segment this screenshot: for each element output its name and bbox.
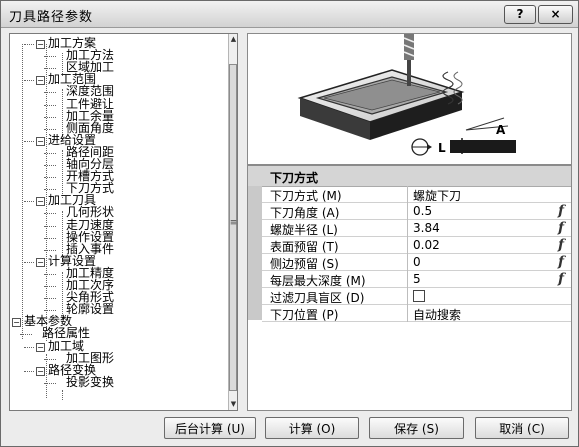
property-label: 表面预留 (T) (270, 240, 339, 254)
parameter-tree: 加工方案 − 加工方法 区域加工 加工范围 − 深度范围 工件避让 加工余量 侧面角度 进给设置 − 路… (9, 33, 238, 411)
title-bar: 刀具路径参数 ? × (1, 1, 578, 28)
property-label: 侧边预留 (S) (270, 257, 339, 271)
property-gutter (248, 186, 262, 320)
property-value[interactable]: 0.02 (413, 238, 440, 252)
property-value[interactable]: 5 (413, 272, 421, 286)
scroll-up-arrow-icon[interactable]: ▲ (229, 34, 237, 44)
property-grid: 下刀方式 下刀方式 (M) 螺旋下刀下刀角度 (A) 0.5 f 螺旋半径 (L) 3.8… (247, 165, 572, 411)
property-row[interactable]: 下刀角度 (A) 0.5 f (262, 203, 571, 220)
tool-path-parameters-dialog: 刀具路径参数 ? × 加工方案 − 加工方法 区域加工 加工范围 − 深度范围 工件避让 加工余… (0, 0, 579, 447)
tree-collapse-icon[interactable]: − (36, 342, 45, 352)
property-row[interactable]: 侧边预留 (S) 0 f (262, 254, 571, 271)
background-calculate-button[interactable]: 后台计算 (U) (164, 417, 256, 439)
help-button[interactable]: ? (504, 5, 536, 24)
property-value[interactable]: 0.5 (413, 204, 432, 218)
formula-icon[interactable]: f (558, 254, 564, 270)
scroll-down-arrow-icon[interactable]: ▼ (229, 399, 237, 409)
property-value[interactable]: 3.84 (413, 221, 440, 235)
tree-scrollbar[interactable]: ▲ ≡ ▼ (228, 34, 238, 410)
formula-icon[interactable]: f (558, 237, 564, 253)
tree-item[interactable]: 投影变换 (66, 375, 114, 389)
property-label: 下刀位置 (P) (270, 308, 339, 322)
property-row[interactable]: 螺旋半径 (L) 3.84 f (262, 220, 571, 237)
window-title: 刀具路径参数 (9, 10, 94, 25)
property-label: 过滤刀具盲区 (D) (270, 291, 365, 305)
property-value[interactable]: 自动搜索 (413, 306, 461, 323)
property-row[interactable]: 表面预留 (T) 0.02 f (262, 237, 571, 254)
tree-collapse-icon[interactable]: − (36, 76, 45, 86)
property-row[interactable]: 下刀方式 (M) 螺旋下刀 (262, 186, 571, 203)
calculate-button[interactable]: 计算 (O) (265, 417, 359, 439)
tree-collapse-icon[interactable]: − (36, 136, 45, 146)
tree-collapse-icon[interactable]: − (36, 257, 45, 267)
filter-blind-zone-checkbox[interactable] (413, 290, 425, 302)
scroll-grip-icon: ≡ (229, 218, 238, 228)
property-label: 下刀方式 (M) (270, 189, 342, 203)
property-label: 每层最大深度 (M) (270, 274, 366, 288)
helical-plunge-diagram: A L (297, 34, 516, 156)
property-group-header[interactable]: 下刀方式 (248, 166, 571, 187)
plunge-illustration: A L (247, 33, 572, 165)
property-row[interactable]: 每层最大深度 (M) 5 f (262, 271, 571, 288)
tree-collapse-icon[interactable]: − (12, 318, 21, 328)
formula-icon[interactable]: f (558, 220, 564, 236)
cancel-button[interactable]: 取消 (C) (475, 417, 569, 439)
property-label: 螺旋半径 (L) (270, 223, 338, 237)
property-group-title: 下刀方式 (270, 171, 319, 185)
formula-icon[interactable]: f (558, 271, 564, 287)
formula-icon[interactable]: f (558, 203, 564, 219)
tree-collapse-icon[interactable]: − (36, 197, 45, 207)
close-button[interactable]: × (538, 5, 573, 24)
label-a: A (496, 123, 506, 137)
property-value[interactable]: 螺旋下刀 (413, 187, 461, 204)
property-row[interactable]: 下刀位置 (P) 自动搜索 (262, 305, 571, 322)
tree-collapse-icon[interactable]: − (36, 40, 45, 49)
save-button[interactable]: 保存 (S) (369, 417, 464, 439)
property-label: 下刀角度 (A) (270, 206, 340, 220)
label-l: L (438, 141, 446, 155)
property-row[interactable]: 过滤刀具盲区 (D) (262, 288, 571, 305)
tree-item[interactable]: 轮廓设置 (66, 303, 114, 316)
tree-collapse-icon[interactable]: − (36, 366, 45, 376)
property-value[interactable]: 0 (413, 255, 421, 269)
